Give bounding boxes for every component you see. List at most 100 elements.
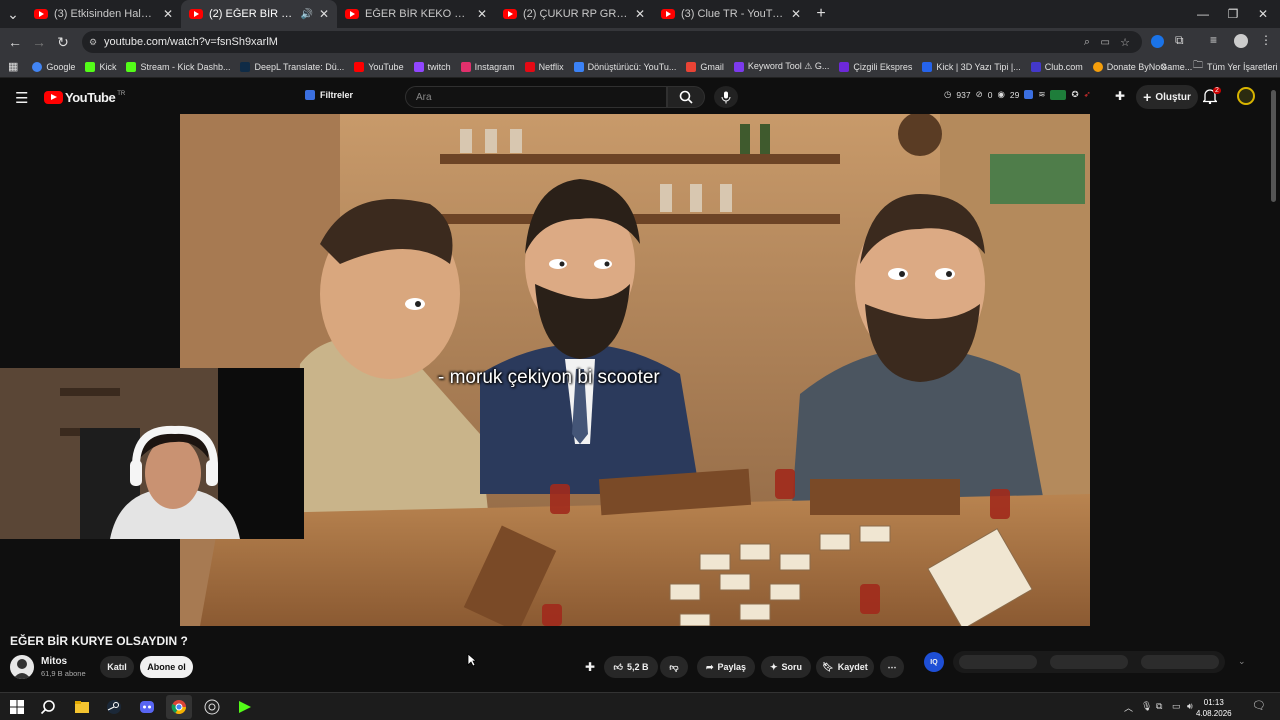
volume-icon[interactable]: 🔊︎ — [1187, 701, 1193, 712]
close-icon[interactable]: ✕ — [635, 7, 645, 21]
plus-icon: + — [1143, 89, 1152, 105]
new-tab-icon[interactable]: + — [809, 2, 833, 26]
like-button[interactable]: 👍︎ 5,2 B — [604, 656, 658, 678]
more-actions-button[interactable]: ⋯ — [880, 656, 904, 678]
chevron-down-icon[interactable]: ⌄ — [1238, 656, 1246, 667]
tray-overflow-icon[interactable]: ︿ — [1124, 701, 1133, 714]
youtube-icon — [354, 61, 365, 72]
speaker-icon[interactable]: 🔊 — [300, 9, 312, 20]
bookmark-youtube[interactable]: YouTube — [354, 61, 404, 72]
blurred-chip — [959, 655, 1038, 669]
save-button[interactable]: 🔖︎ Kaydet — [816, 656, 874, 678]
hamburger-menu-icon[interactable]: ☰ — [15, 89, 28, 107]
search-button[interactable] — [667, 86, 705, 108]
subscriber-count: 61,9 B abone — [41, 669, 86, 678]
chrome-icon[interactable] — [171, 699, 187, 715]
obs-icon[interactable] — [204, 699, 220, 715]
bookmark-kick-3d[interactable]: Kick | 3D Yazı Tipi |... — [922, 61, 1021, 72]
instagram-icon — [460, 61, 471, 72]
extension-stats[interactable]: ◷ 937 ⊘ 0 ◉ 29 ≋ ✪ ➶ — [944, 89, 1091, 100]
browser-tab-4[interactable]: (2) ÇUKUR RP GRUPLARINA SIZ ✕ — [495, 0, 653, 28]
scrollbar-thumb[interactable] — [1271, 90, 1276, 202]
browser-menu-icon[interactable]: ⋮ — [1260, 33, 1272, 47]
back-icon[interactable]: ← — [3, 30, 27, 54]
dislike-button[interactable]: 👎︎ — [660, 656, 688, 678]
subscribe-button[interactable]: Abone ol — [140, 656, 193, 678]
reload-icon[interactable]: ↻ — [51, 30, 75, 54]
notification-center-icon[interactable]: 🗨︎ — [1252, 699, 1266, 712]
bookmark-club[interactable]: Club.com — [1030, 61, 1083, 72]
profile-avatar[interactable] — [1234, 34, 1248, 48]
kick-app-icon[interactable] — [237, 699, 253, 715]
extension-iq-icon[interactable]: IQ — [924, 652, 944, 672]
bookmark-instagram[interactable]: Instagram — [460, 61, 515, 72]
more-bookmarks-icon[interactable]: » — [1161, 61, 1167, 73]
search-icon[interactable] — [40, 699, 56, 715]
microphone-tray-icon[interactable]: 🎙︎ — [1141, 701, 1152, 712]
window-close-icon[interactable]: ✕ — [1248, 0, 1278, 28]
filters-button[interactable]: Filtreler — [305, 90, 353, 100]
browser-tab-2[interactable]: (2) EĞER BİR KURYE OLSAYI 🔊 ✕ — [181, 0, 337, 28]
bookmark-star-icon[interactable]: ☆ — [1120, 36, 1130, 49]
windows-start-icon[interactable] — [9, 699, 25, 715]
bookmark-twitch[interactable]: twitch — [413, 61, 451, 72]
folder-icon: 🗀 — [1193, 60, 1203, 71]
steam-icon[interactable] — [106, 699, 122, 715]
bookmark-keyword-tool[interactable]: Keyword Tool ⚠ G... — [733, 61, 829, 72]
site-info-icon[interactable]: ⚙ — [89, 37, 97, 48]
join-button[interactable]: Katıl — [100, 656, 134, 678]
file-explorer-icon[interactable] — [74, 699, 90, 715]
create-button[interactable]: + Oluştur — [1136, 85, 1198, 109]
share-button[interactable]: ➦ Paylaş — [697, 656, 755, 678]
extension-puzzle-icon[interactable]: ✚ — [1115, 89, 1125, 103]
restore-icon[interactable]: ❐ — [1218, 0, 1248, 28]
channel-name[interactable]: Mitos — [41, 656, 67, 667]
ask-button[interactable]: ✦ Soru — [761, 656, 811, 678]
extensions-puzzle-icon[interactable]: ⧉ — [1175, 33, 1184, 48]
forward-icon[interactable]: → — [27, 30, 51, 54]
browser-tab-3[interactable]: EĞER BİR KEKO OLARAK DOĞS ✕ — [337, 0, 495, 28]
close-icon[interactable]: ✕ — [319, 7, 329, 21]
search-input[interactable]: Ara — [405, 86, 667, 108]
browser-tab-5[interactable]: (3) Clue TR - YouTube ✕ — [653, 0, 809, 28]
bookmark-google[interactable]: Google — [32, 61, 75, 72]
zoom-icon[interactable]: ⌕ — [1084, 36, 1090, 49]
close-icon[interactable]: ✕ — [163, 7, 173, 21]
close-icon[interactable]: ✕ — [477, 7, 487, 21]
extension-icon[interactable] — [1151, 35, 1164, 48]
channel-avatar[interactable] — [10, 655, 34, 679]
bookmark-netflix[interactable]: Netflix — [524, 61, 564, 72]
bookmark-cizgili-ekspres[interactable]: Çizgili Ekspres — [839, 61, 912, 72]
bookmark-kick[interactable]: Kick — [85, 61, 116, 72]
bookmark-converter[interactable]: Dönüştürücü: YouTu... — [573, 61, 676, 72]
network-icon[interactable]: ▭ — [1172, 701, 1181, 712]
all-bookmarks-folder[interactable]: 🗀 Tüm Yer İşaretleri — [1193, 58, 1278, 75]
address-bar[interactable]: ⚙ youtube.com/watch?v=fsnSh9xarlM ⌕ ▭ ☆ — [82, 31, 1142, 53]
discord-icon[interactable] — [139, 699, 155, 715]
bookmark-gmail[interactable]: Gmail — [686, 61, 724, 72]
share-icon: ➦ — [705, 661, 714, 672]
tab-search-chevron-icon[interactable]: ⌄ — [0, 2, 26, 26]
apps-grid-icon[interactable]: ▦ — [8, 60, 18, 73]
system-clock[interactable]: 01:13 4.08.2026 — [1196, 697, 1232, 719]
bookmark-donate[interactable]: Donate ByNoGame... — [1092, 61, 1192, 72]
bookmark-deepl[interactable]: DeepL Translate: Dü... — [240, 61, 344, 72]
extension-puzzle-icon[interactable]: ✚ — [585, 660, 595, 674]
kick-icon — [85, 61, 96, 72]
browser-tab-1[interactable]: (3) Etkisinden Halen Çıkamadığ ✕ — [26, 0, 181, 28]
youtube-logo[interactable]: YouTube TR — [44, 90, 125, 105]
close-icon[interactable]: ✕ — [791, 7, 801, 21]
camera-tray-icon[interactable]: ⧉ — [1156, 701, 1162, 712]
minimize-icon[interactable]: — — [1188, 0, 1218, 28]
bookmark-kick-dashboard[interactable]: Stream - Kick Dashb... — [126, 61, 230, 72]
bookmark-label: Tüm Yer İşaretleri — [1207, 61, 1278, 72]
keyword-tool-icon — [733, 61, 744, 72]
extension-panel[interactable] — [953, 651, 1225, 673]
cast-icon[interactable]: ▭ — [1101, 37, 1110, 48]
save-label: Kaydet — [837, 662, 868, 672]
voice-search-button[interactable] — [714, 86, 738, 108]
stat-value: 29 — [1009, 89, 1020, 100]
pitch-icon — [1050, 89, 1067, 100]
account-avatar[interactable] — [1237, 87, 1255, 105]
media-control-icon[interactable]: ≡ — [1210, 33, 1217, 47]
